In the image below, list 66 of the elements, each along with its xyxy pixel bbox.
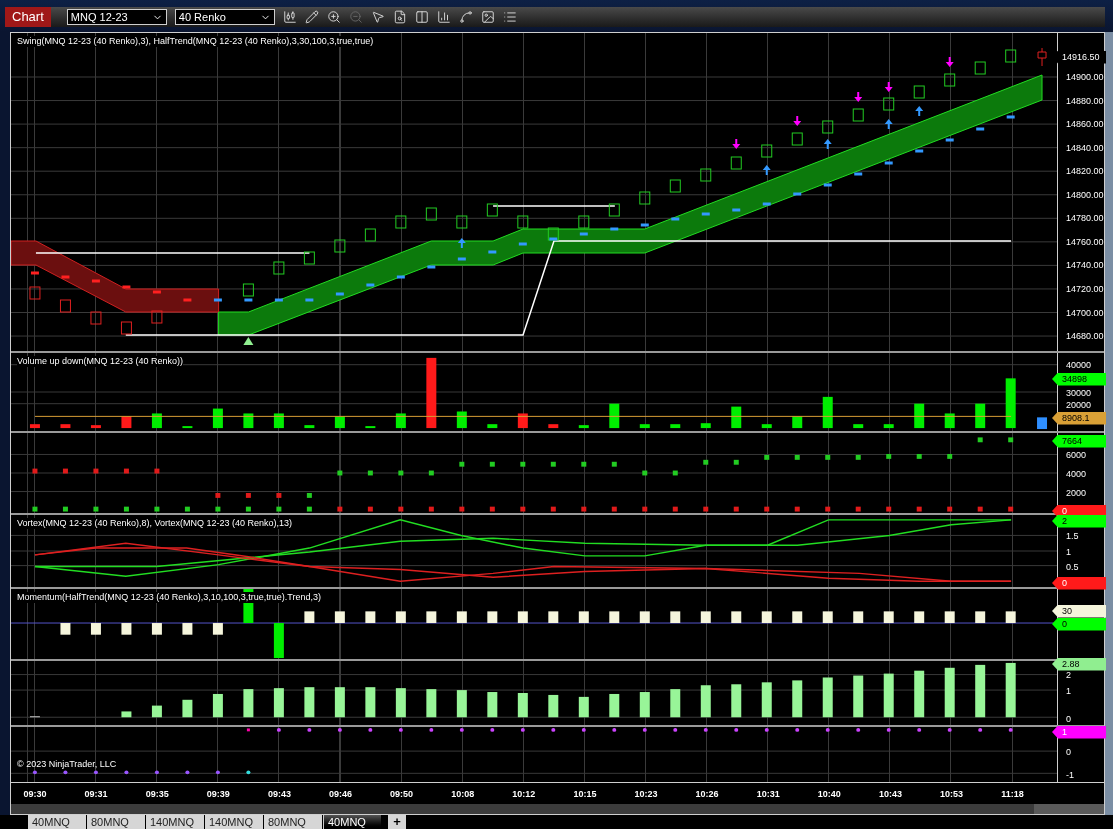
time-label: 09:50 [389,788,415,801]
time-label: 09:43 [266,788,292,801]
axis-label: 4000 [1066,469,1087,479]
time-label: 10:15 [572,788,598,801]
time-label: 10:53 [939,788,964,801]
value-tag: 34898 [1052,372,1106,386]
time-label: 09:31 [83,788,109,801]
axis-label: 14840.00 [1066,142,1104,153]
axis-label: 14700.00 [1066,307,1104,318]
value-tag: 2.88 [1052,657,1106,671]
chart-tab[interactable]: 80MNQ [264,815,322,829]
axis-label: 14820.00 [1066,166,1104,177]
axis-label: 0.5 [1066,562,1079,572]
time-label: 10:26 [694,788,720,801]
time-label: 10:40 [816,788,842,801]
axis-label: 14880.00 [1066,95,1104,106]
chart-tab[interactable]: 40MNQ [323,815,381,829]
time-label: 10:08 [450,788,476,801]
axis-label: 0 [1066,747,1071,757]
time-label: 11:18 [1000,788,1025,801]
axis-label: 1 [1066,547,1071,557]
axis-label: 2 [1066,670,1071,680]
copyright-text: © 2023 NinjaTrader, LLC [17,759,117,770]
axis-label: 6000 [1066,450,1087,460]
axis-label: 14800.00 [1066,189,1104,200]
time-label: 10:31 [755,788,781,801]
axis-label: 14900.00 [1066,72,1104,82]
axis-label: 14860.00 [1066,119,1104,130]
axis-label: 20000 [1066,400,1092,410]
axis-label: 2000 [1066,488,1087,498]
value-tag: 0 [1052,617,1106,631]
time-label: 10:43 [877,788,903,801]
chart-tab[interactable]: 80MNQ [87,815,145,829]
axis-label: 0 [1066,714,1071,724]
axis-label: 14720.00 [1066,283,1104,294]
time-label: 09:46 [328,788,353,801]
indicator-title: Volume up down(MNQ 12-23 (40 Renko)) [17,356,184,367]
axis-label: 14740.00 [1066,260,1104,271]
value-tag: 30 [1052,604,1106,618]
time-label: 09:30 [22,788,48,801]
instrument-dropdown[interactable]: MNQ 12-23 [66,9,167,25]
time-label: 09:35 [144,788,170,801]
indicator-title: Vortex(MNQ 12-23 (40 Renko),8), Vortex(MNQ 12-23 (40 Renko),13) [17,518,293,529]
time-label: 09:39 [205,788,231,801]
indicator-title: Momentum(HalfTrend(MNQ 12-23 (40 Renko),3,10,100,3,true,true).Trend,3) [17,592,321,603]
axis-label: 1 [1066,686,1071,696]
axis-label: 14780.00 [1066,213,1104,224]
axis-label: 14760.00 [1066,236,1104,247]
axis-label: 14680.00 [1066,331,1104,342]
axis-label: 40000 [1066,360,1092,370]
axis-label: 1.5 [1066,531,1079,541]
value-tag: 0 [1052,576,1106,590]
axis-label: 30000 [1066,388,1092,398]
indicator-title: Swing(MNQ 12-23 (40 Renko),3), HalfTrend(MNQ 12-23 (40 Renko),3,30,100,3,true,true) [17,36,374,47]
value-tag: 8908.1 [1052,411,1106,425]
time-label: 10:23 [633,788,659,801]
add-tab-button[interactable]: + [388,815,406,829]
bar-type-dropdown[interactable]: 40 Renko [174,9,275,25]
chart-tab[interactable]: 140MNQ [146,815,204,829]
time-label: 10:12 [511,788,537,801]
window-title: Chart [5,7,51,27]
value-tag: 7664 [1052,434,1106,448]
axis-label: -1 [1066,770,1074,780]
value-tag: 1 [1052,725,1106,739]
chart-tab[interactable]: 40MNQ [28,815,86,829]
chart-tab[interactable]: 140MNQ [205,815,263,829]
